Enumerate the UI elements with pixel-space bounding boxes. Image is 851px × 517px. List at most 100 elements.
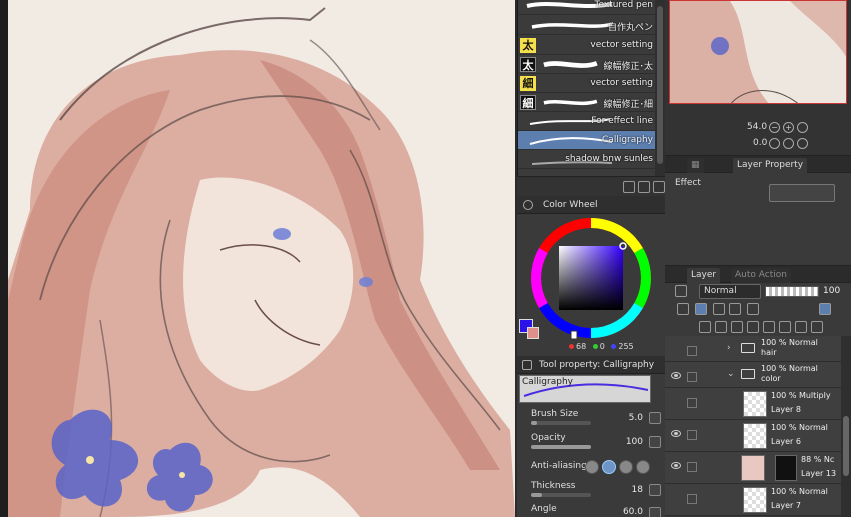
lock-transparency-icon[interactable] <box>729 303 741 315</box>
scrollbar-thumb[interactable] <box>843 416 849 476</box>
mask-icon[interactable] <box>747 303 759 315</box>
new-vector-layer-icon[interactable] <box>715 321 727 333</box>
layer-opacity-slider[interactable] <box>765 286 819 297</box>
layer-lock-toggle[interactable] <box>687 346 697 356</box>
eye-icon[interactable] <box>671 430 681 437</box>
layer-lock-toggle[interactable] <box>687 398 697 408</box>
brush-stroke-preview <box>531 22 613 29</box>
navigator-preview[interactable] <box>669 0 847 104</box>
apply-mask-icon[interactable] <box>795 321 807 333</box>
eye-icon[interactable] <box>671 462 681 469</box>
brush-item-line-width-correct-thick[interactable]: 太 線幅修正･太 <box>518 55 655 74</box>
brush-size-slider[interactable] <box>531 421 591 425</box>
layer-blend-info: 100 % Normal <box>771 423 828 432</box>
angle-row[interactable]: Angle 60.0 <box>525 504 665 517</box>
brush-item-calligraphy[interactable]: Calligraphy <box>518 131 655 150</box>
brush-item-textured-pen[interactable]: Textured pen <box>518 0 655 15</box>
opacity-row[interactable]: Opacity 100 <box>525 433 665 455</box>
mask-add-icon[interactable] <box>779 321 791 333</box>
blend-mode-select[interactable]: Normal <box>699 284 761 299</box>
tab-auto-action[interactable]: Auto Action <box>731 268 791 283</box>
angle-dynamics-button[interactable] <box>649 507 661 517</box>
layer-row[interactable]: ⌄ 100 % Normal color <box>665 362 841 388</box>
aa-none-option[interactable] <box>585 460 599 474</box>
new-folder-icon[interactable] <box>731 321 743 333</box>
transfer-down-icon[interactable] <box>747 321 759 333</box>
reset-rotation-icon[interactable] <box>797 138 808 149</box>
tab-label: Layer Property <box>737 160 804 170</box>
layer-lock-toggle[interactable] <box>687 462 697 472</box>
chevron-down-icon[interactable]: ⌄ <box>727 369 735 379</box>
fit-window-icon[interactable] <box>797 122 808 133</box>
duplicate-brush-icon[interactable] <box>638 181 650 193</box>
lock-icon[interactable] <box>713 303 725 315</box>
brush-item-custom-round-pen[interactable]: 自作丸ペン <box>518 16 655 35</box>
aa-weak-option[interactable] <box>602 460 616 474</box>
opacity-dynamics-button[interactable] <box>649 436 661 448</box>
rgb-readout: 68 0 255 <box>565 342 634 351</box>
blue-value: 255 <box>618 342 634 351</box>
brush-item-vector-setting-thick[interactable]: 太 vector setting <box>518 36 655 55</box>
color-wheel-panel: Color Wheel 68 0 255 <box>517 196 665 356</box>
eye-icon[interactable] <box>671 372 681 379</box>
brush-item-line-width-correct-thin[interactable]: 細 線幅修正･細 <box>518 93 655 112</box>
reference-layer-icon[interactable] <box>695 303 707 315</box>
layer-row[interactable]: 100 % Normal Layer 6 <box>665 420 841 452</box>
rotate-left-icon[interactable] <box>769 138 780 149</box>
opacity-slider[interactable] <box>531 445 591 449</box>
brush-size-row[interactable]: Brush Size 5.0 <box>525 409 665 431</box>
blend-row: Normal 100 <box>669 284 851 300</box>
tab-navigator[interactable]: ▦ <box>687 158 704 173</box>
brush-item-vector-setting-thin[interactable]: 細 vector setting <box>518 74 655 93</box>
layer-lock-toggle[interactable] <box>687 430 697 440</box>
layer-row[interactable]: 88 % Nc Layer 13 <box>665 452 841 484</box>
anti-aliasing-row[interactable]: Anti-aliasing <box>525 457 665 479</box>
color-wheel-title-bar: Color Wheel <box>517 196 665 214</box>
brush-size-dynamics-button[interactable] <box>649 412 661 424</box>
color-wheel-ring[interactable] <box>529 216 653 340</box>
brush-item-shadow-bnw[interactable]: shadow bnw sunles <box>518 150 655 169</box>
brush-item-effect-line[interactable]: For effect line <box>518 112 655 131</box>
clip-icon[interactable] <box>677 303 689 315</box>
aa-strong-option[interactable] <box>636 460 650 474</box>
navigator-artwork <box>670 1 846 103</box>
combine-icon[interactable] <box>763 321 775 333</box>
effect-buttons[interactable] <box>769 184 835 202</box>
zoom-in-icon[interactable]: + <box>783 122 794 133</box>
layer-blend-info: 100 % Normal <box>771 487 828 496</box>
layer-row[interactable]: 100 % Multiply Layer 8 <box>665 388 841 420</box>
layer-row[interactable]: › 100 % Normal hair <box>665 336 841 362</box>
zoom-out-icon[interactable]: − <box>769 122 780 133</box>
layer-list: › 100 % Normal hair ⌄ 100 % Normal color… <box>665 336 841 517</box>
opacity-label: Opacity <box>531 433 566 443</box>
layer-row[interactable]: 100 % Normal Layer 7 <box>665 484 841 516</box>
brush-tag-thick: 太 <box>520 57 536 72</box>
thickness-slider[interactable] <box>531 493 591 497</box>
tab-layer-property[interactable]: Layer Property <box>733 158 808 173</box>
delete-brush-icon[interactable] <box>653 181 665 193</box>
trash-icon[interactable] <box>811 321 823 333</box>
folder-icon <box>741 369 755 379</box>
thickness-row[interactable]: Thickness 18 <box>525 481 665 503</box>
brush-list-scrollbar[interactable] <box>655 0 665 176</box>
new-raster-layer-icon[interactable] <box>699 321 711 333</box>
aa-medium-option[interactable] <box>619 460 633 474</box>
rotate-right-icon[interactable] <box>783 138 794 149</box>
layer-color-icon[interactable] <box>675 285 687 297</box>
chevron-right-icon[interactable]: › <box>727 343 731 353</box>
thickness-dynamics-button[interactable] <box>649 484 661 496</box>
layer-name: Layer 8 <box>771 405 801 414</box>
tool-property-title-bar: Tool property: Calligraphy <box>517 356 665 374</box>
layer-list-scrollbar[interactable] <box>841 336 851 517</box>
brush-size-label: Brush Size <box>531 409 579 419</box>
layer-color-swap-icon[interactable] <box>819 303 831 315</box>
drawing-canvas[interactable] <box>0 0 515 517</box>
create-brush-icon[interactable] <box>623 181 635 193</box>
layer-lock-toggle[interactable] <box>687 372 697 382</box>
layer-panel: Layer Auto Action Normal 100 › 100 % Nor… <box>665 265 851 517</box>
tab-layer[interactable]: Layer <box>687 268 721 283</box>
scrollbar-thumb[interactable] <box>657 6 663 164</box>
sub-color-swatch[interactable] <box>527 327 539 339</box>
brush-name: shadow bnw sunles <box>565 154 653 164</box>
layer-lock-toggle[interactable] <box>687 494 697 504</box>
